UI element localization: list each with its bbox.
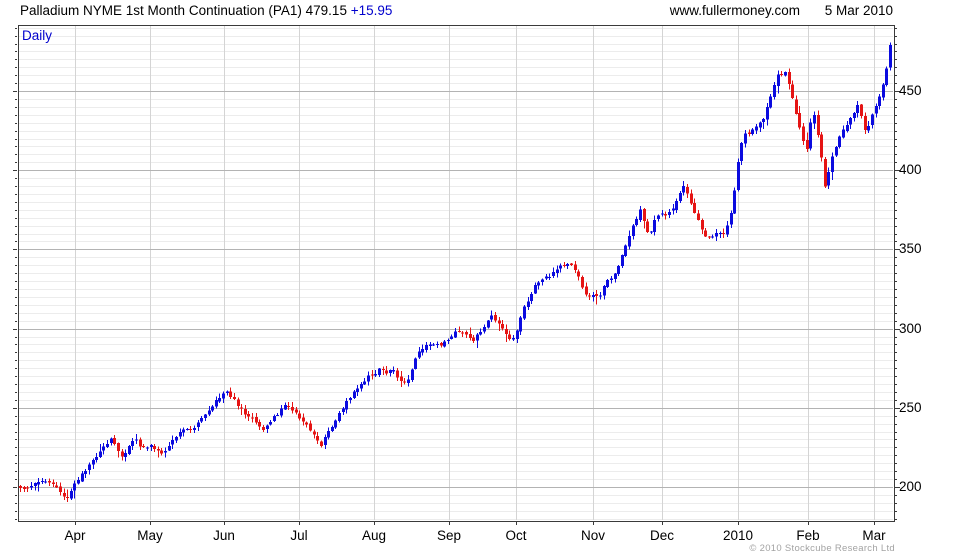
y-axis-label: 250 bbox=[899, 400, 922, 415]
x-axis-label: Apr bbox=[64, 528, 86, 543]
y-axis-label: 450 bbox=[899, 83, 922, 98]
x-axis-label: Nov bbox=[580, 528, 605, 543]
y-axis-label: 350 bbox=[899, 241, 922, 256]
timeframe-label: Daily bbox=[22, 28, 53, 43]
x-axis-label: Oct bbox=[505, 528, 527, 543]
x-axis-label: Aug bbox=[361, 528, 387, 543]
x-axis-label: May bbox=[137, 528, 163, 543]
x-axis-label: Jun bbox=[213, 528, 235, 543]
chart-window: Palladium NYME 1st Month Continuation (P… bbox=[0, 0, 980, 560]
candlestick-chart bbox=[13, 25, 900, 525]
x-axis-label: Feb bbox=[796, 528, 820, 543]
x-axis-label: Jul bbox=[290, 528, 308, 543]
x-axis-label: 2010 bbox=[722, 528, 754, 543]
x-axis-label: Mar bbox=[862, 528, 886, 543]
x-axis-label: Sep bbox=[436, 528, 462, 543]
y-axis-label: 200 bbox=[899, 479, 922, 494]
y-axis-label: 300 bbox=[899, 321, 922, 336]
x-axis-label: Dec bbox=[649, 528, 674, 543]
copyright-notice: © 2010 Stockcube Research Ltd bbox=[749, 543, 895, 554]
y-axis-label: 400 bbox=[899, 162, 922, 177]
